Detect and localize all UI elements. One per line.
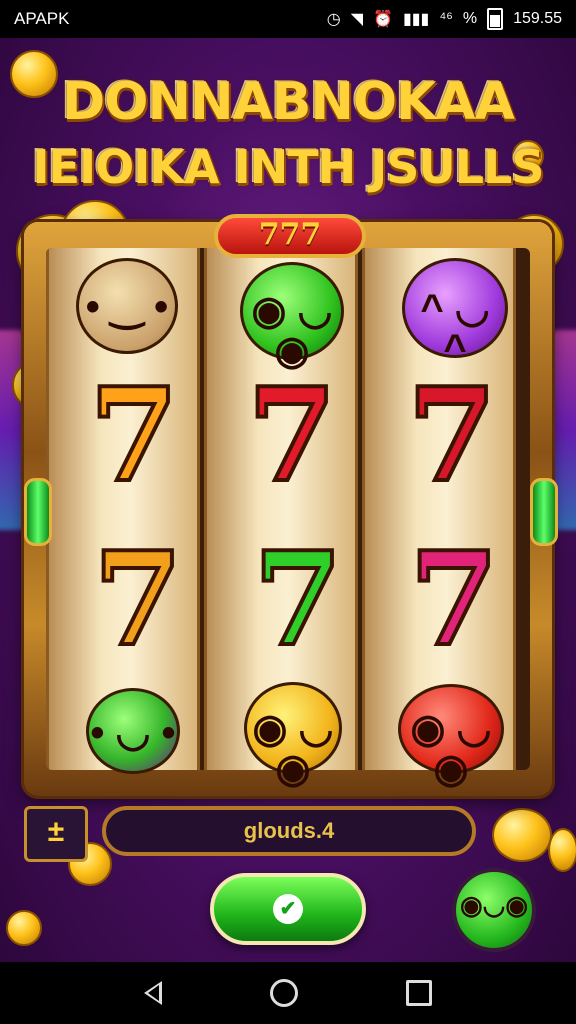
game-title: DONNABNOKAA xyxy=(62,72,515,132)
back-icon[interactable] xyxy=(144,981,162,1005)
orange-seven-icon: 7 xyxy=(87,361,180,511)
battery-percent: % xyxy=(462,10,478,27)
green-purple-creature-icon: • ◡ • xyxy=(86,688,180,774)
green-creature-icon: ◉ ◡ ◉ xyxy=(240,262,344,371)
jackpot-banner: 777 xyxy=(214,214,366,258)
recent-apps-icon[interactable] xyxy=(406,980,432,1006)
app-label: APAPK xyxy=(14,9,70,28)
tan-creature-icon: • ‿ • xyxy=(76,258,178,354)
spin-button[interactable]: ✔ xyxy=(210,873,366,945)
home-icon[interactable] xyxy=(270,979,298,1007)
pink-seven-icon: 7 xyxy=(407,525,500,675)
bet-button[interactable]: ± xyxy=(24,806,88,862)
purple-creature-icon: ^ ◡ ^ xyxy=(402,258,508,369)
red-seven-icon: 7 xyxy=(245,361,338,511)
left-gem-icon xyxy=(24,478,52,546)
gold-seven-icon: 7 xyxy=(91,525,184,675)
coin-icon xyxy=(492,808,552,862)
green-seven-icon: 7 xyxy=(251,525,344,675)
coin-icon xyxy=(6,910,42,946)
clock-icon: ◷ xyxy=(326,11,341,28)
coin-icon xyxy=(548,828,576,872)
info-bar: ɡlouds.4 xyxy=(102,806,476,856)
right-gem-icon xyxy=(530,478,558,546)
red-seven-icon: 7 xyxy=(405,361,498,511)
battery-icon xyxy=(487,8,504,30)
signal-icon: ▮▮▮ xyxy=(402,11,430,28)
status-icons: ◷ ◥ ⏰ ▮▮▮ ⁴⁶ % 159.55 xyxy=(327,8,562,30)
navigation-bar xyxy=(0,962,576,1024)
check-icon: ✔ xyxy=(273,894,303,924)
red-creature-icon: ◉ ◡ ◉ xyxy=(398,684,504,789)
wifi-icon: ◥ xyxy=(350,11,364,28)
green-mascot-icon[interactable]: ◉◡◉ xyxy=(452,868,536,952)
alarm-icon: ⏰ xyxy=(373,11,393,28)
game-subtitle: IEIOIKA INTH JSULLS xyxy=(32,140,545,194)
signal-text: ⁴⁶ xyxy=(439,10,453,27)
yellow-creature-icon: ◉ ◡ ◉ xyxy=(244,682,342,789)
status-bar: APAPK ◷ ◥ ⏰ ▮▮▮ ⁴⁶ % 159.55 xyxy=(0,0,576,38)
status-time: 159.55 xyxy=(513,10,562,27)
